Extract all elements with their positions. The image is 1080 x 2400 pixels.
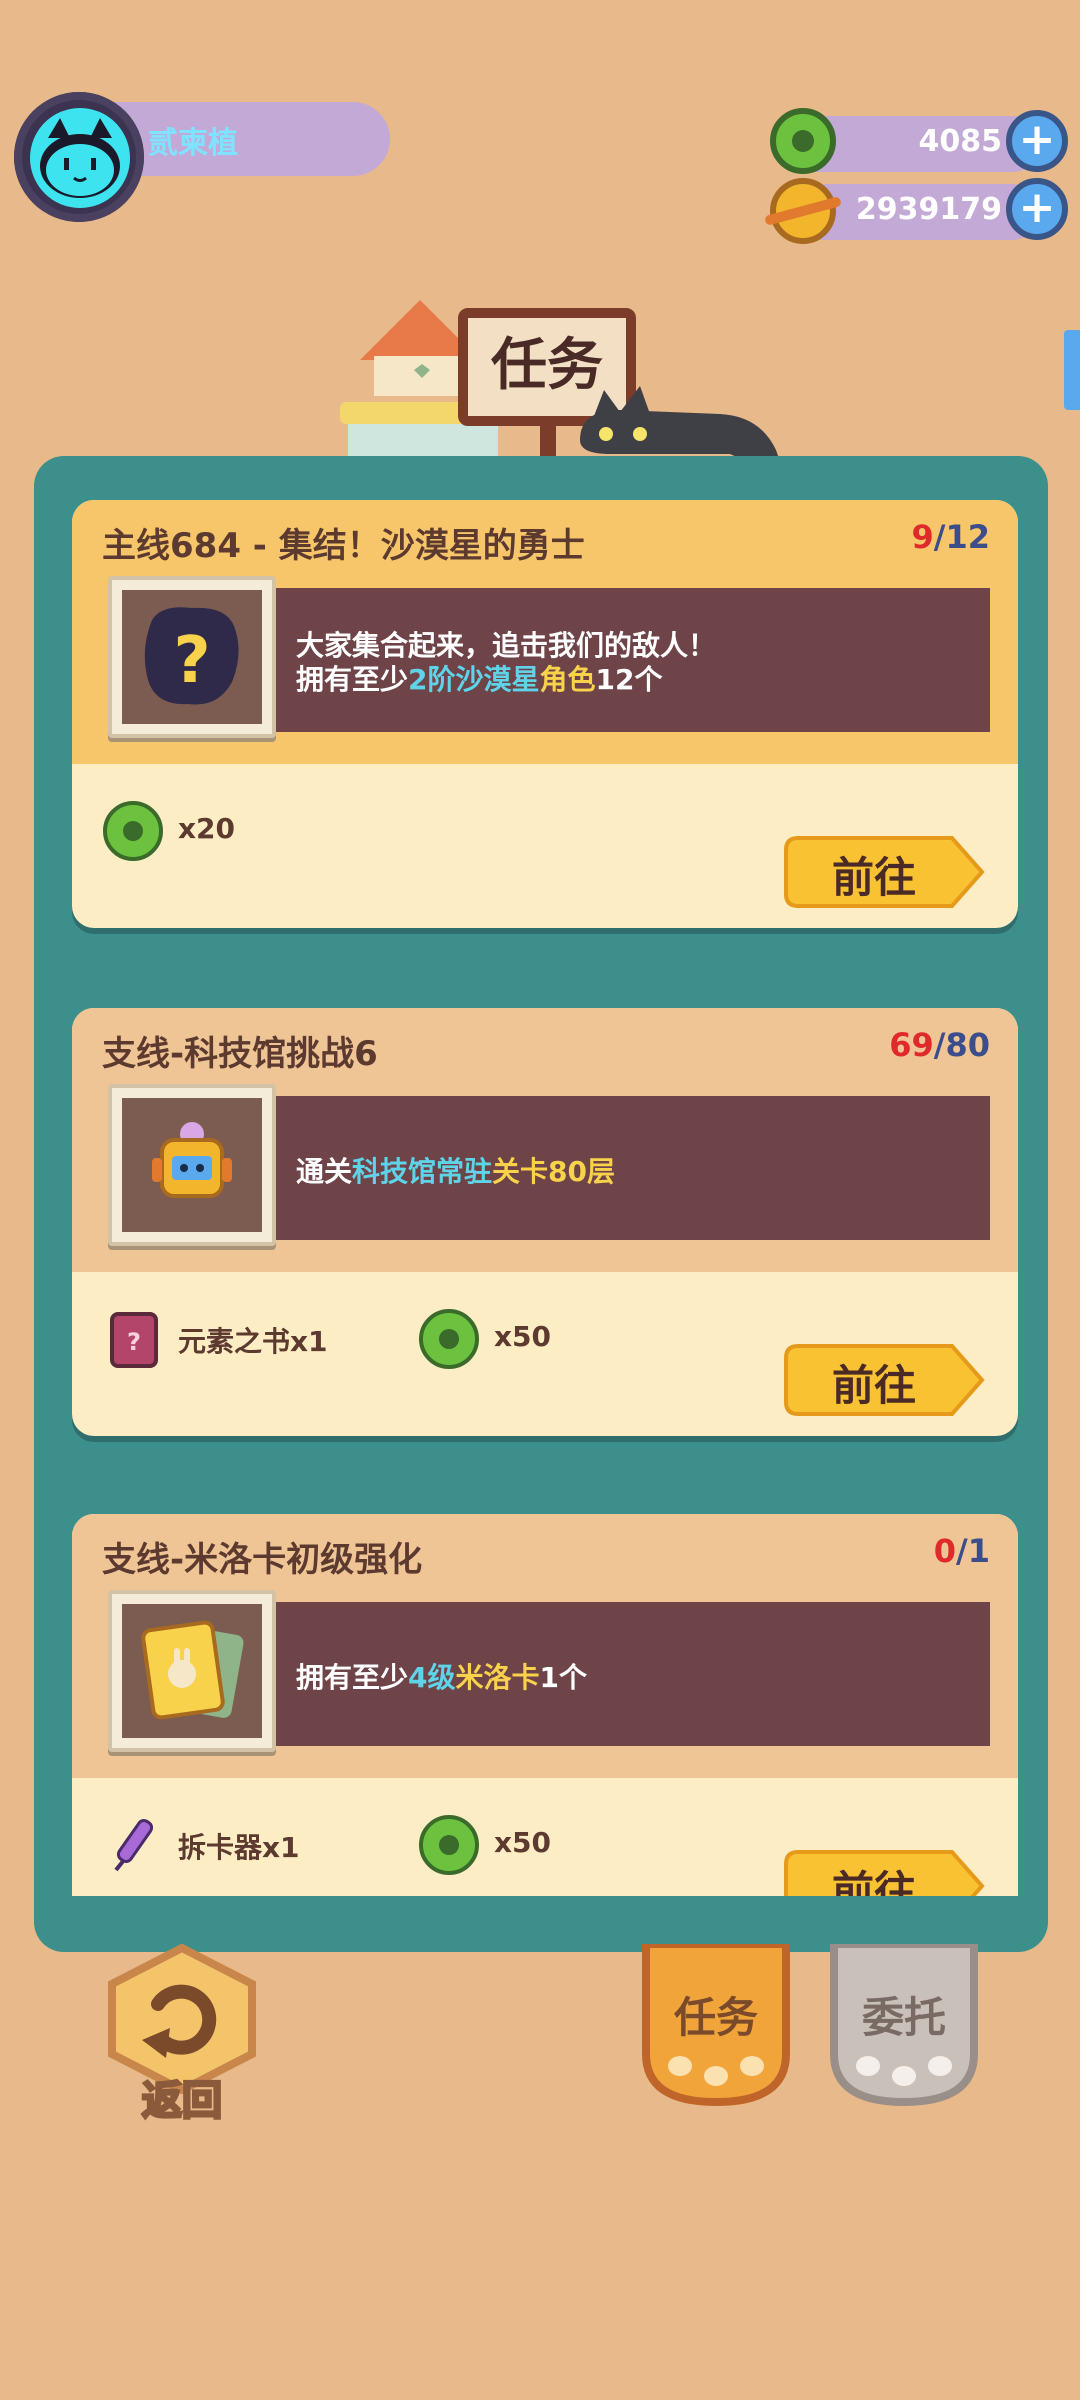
- reward-item: 拆卡器x1: [102, 1814, 362, 1874]
- quest-icon-frame: ?: [108, 576, 276, 738]
- gold-planet-coin-icon: [764, 178, 842, 244]
- progress-current: 9: [911, 518, 934, 556]
- quest-progress: 0/1: [934, 1532, 990, 1570]
- svg-text:?: ?: [127, 1328, 141, 1356]
- quest-title: 支线-科技馆挑战6: [102, 1034, 378, 1074]
- add-donut-button[interactable]: +: [1006, 110, 1068, 172]
- desc-segment: 拥有至少: [296, 1661, 409, 1694]
- reward-item: ? 元素之书x1: [102, 1308, 362, 1368]
- mystery-question-icon: ?: [144, 607, 239, 705]
- progress-separator: /: [933, 518, 946, 556]
- description-line-2: 拥有至少2阶沙漠星角色12个: [296, 658, 663, 698]
- description-line: 拥有至少4级米洛卡1个: [296, 1656, 587, 1696]
- go-button[interactable]: 前往: [782, 1848, 986, 1896]
- quest-description: 拥有至少4级米洛卡1个: [240, 1602, 990, 1746]
- green-donut-coin-icon: [103, 801, 163, 861]
- desc-segment: 12个: [595, 663, 663, 696]
- desc-segment: 米洛卡: [455, 1661, 540, 1694]
- quest-list[interactable]: 主线684 - 集结！沙漠星的勇士 9/12 大家集合起来，追击我们的敌人！ 拥…: [72, 500, 1018, 1896]
- progress-separator: /: [956, 1532, 968, 1570]
- reward-label: 元素之书x1: [178, 1325, 328, 1358]
- reward-item: x50: [418, 1308, 618, 1369]
- desc-segment: 1个: [539, 1661, 587, 1694]
- progress-total: 80: [945, 1026, 990, 1064]
- quest-progress: 9/12: [912, 518, 990, 556]
- svg-text:?: ?: [173, 624, 210, 698]
- sign-post: [540, 420, 556, 460]
- desc-segment: 4级: [408, 1661, 456, 1694]
- donut-count: 4085: [918, 124, 1003, 159]
- element-book-icon: ?: [110, 1312, 158, 1368]
- robot-icon: [152, 1122, 232, 1198]
- quest-icon-frame: [108, 1084, 276, 1246]
- desc-segment: 沙漠星: [455, 663, 540, 696]
- avatar[interactable]: [30, 108, 130, 208]
- progress-current: 0: [933, 1532, 957, 1570]
- reward-label: x50: [494, 1826, 552, 1859]
- go-button[interactable]: 前往: [782, 834, 986, 910]
- gold-count: 2939179: [855, 192, 1002, 227]
- desc-segment: 科技馆常驻: [352, 1155, 493, 1188]
- desc-segment: 拥有至少: [296, 663, 409, 696]
- reward-label: 拆卡器x1: [178, 1831, 300, 1864]
- cat-face-icon: [40, 118, 120, 198]
- desc-segment: 2阶: [408, 663, 456, 696]
- go-label: 前往: [832, 1361, 917, 1410]
- tab-quests[interactable]: 任务: [636, 1940, 796, 2107]
- back-label: 返回: [141, 2077, 224, 2126]
- quest-card: 支线-科技馆挑战6 69/80 通关科技馆常驻关卡80层 ? 元素之书x1 x5…: [72, 1008, 1018, 1436]
- add-gold-button[interactable]: +: [1006, 178, 1068, 240]
- quest-title: 支线-米洛卡初级强化: [102, 1540, 423, 1580]
- green-donut-coin-icon: [419, 1815, 479, 1875]
- desc-segment: 角色: [539, 663, 596, 696]
- quest-icon-frame: [108, 1590, 276, 1752]
- reward-item: x50: [418, 1814, 618, 1875]
- go-label: 前往: [832, 853, 917, 902]
- reward-label: x50: [494, 1320, 552, 1353]
- reward-item: x20: [102, 800, 302, 861]
- progress-total: 1: [967, 1532, 990, 1570]
- tab-commission-label: 委托: [861, 1993, 946, 2042]
- quest-description: 通关科技馆常驻关卡80层: [240, 1096, 990, 1240]
- tab-quests-label: 任务: [673, 1993, 758, 2042]
- green-donut-coin-icon: [770, 108, 836, 174]
- desc-segment: 通关: [296, 1155, 353, 1188]
- green-donut-coin-icon: [419, 1309, 479, 1369]
- player-name: 贰柬植: [148, 126, 238, 161]
- bunny-card-icon: [141, 1620, 244, 1720]
- quest-progress: 69/80: [889, 1026, 990, 1064]
- back-button[interactable]: 返回: [102, 1943, 262, 2126]
- desc-segment: 关卡80层: [492, 1155, 615, 1188]
- description-line: 通关科技馆常驻关卡80层: [296, 1150, 615, 1190]
- go-button[interactable]: 前往: [782, 1342, 986, 1418]
- quest-description: 大家集合起来，追击我们的敌人！ 拥有至少2阶沙漠星角色12个: [240, 588, 990, 732]
- progress-separator: /: [933, 1026, 946, 1064]
- card-splitter-icon: [114, 1819, 154, 1872]
- quest-title: 主线684 - 集结！沙漠星的勇士: [102, 526, 585, 566]
- quest-card: 支线-米洛卡初级强化 0/1 拥有至少4级米洛卡1个 拆卡器x1 x50 前往: [72, 1514, 1018, 1896]
- side-tab[interactable]: [1064, 330, 1080, 410]
- quest-card: 主线684 - 集结！沙漠星的勇士 9/12 大家集合起来，追击我们的敌人！ 拥…: [72, 500, 1018, 928]
- go-label: 前往: [832, 1867, 917, 1896]
- progress-current: 69: [889, 1026, 934, 1064]
- reward-label: x20: [178, 812, 236, 845]
- progress-total: 12: [945, 518, 990, 556]
- tab-commission[interactable]: 委托: [824, 1940, 984, 2107]
